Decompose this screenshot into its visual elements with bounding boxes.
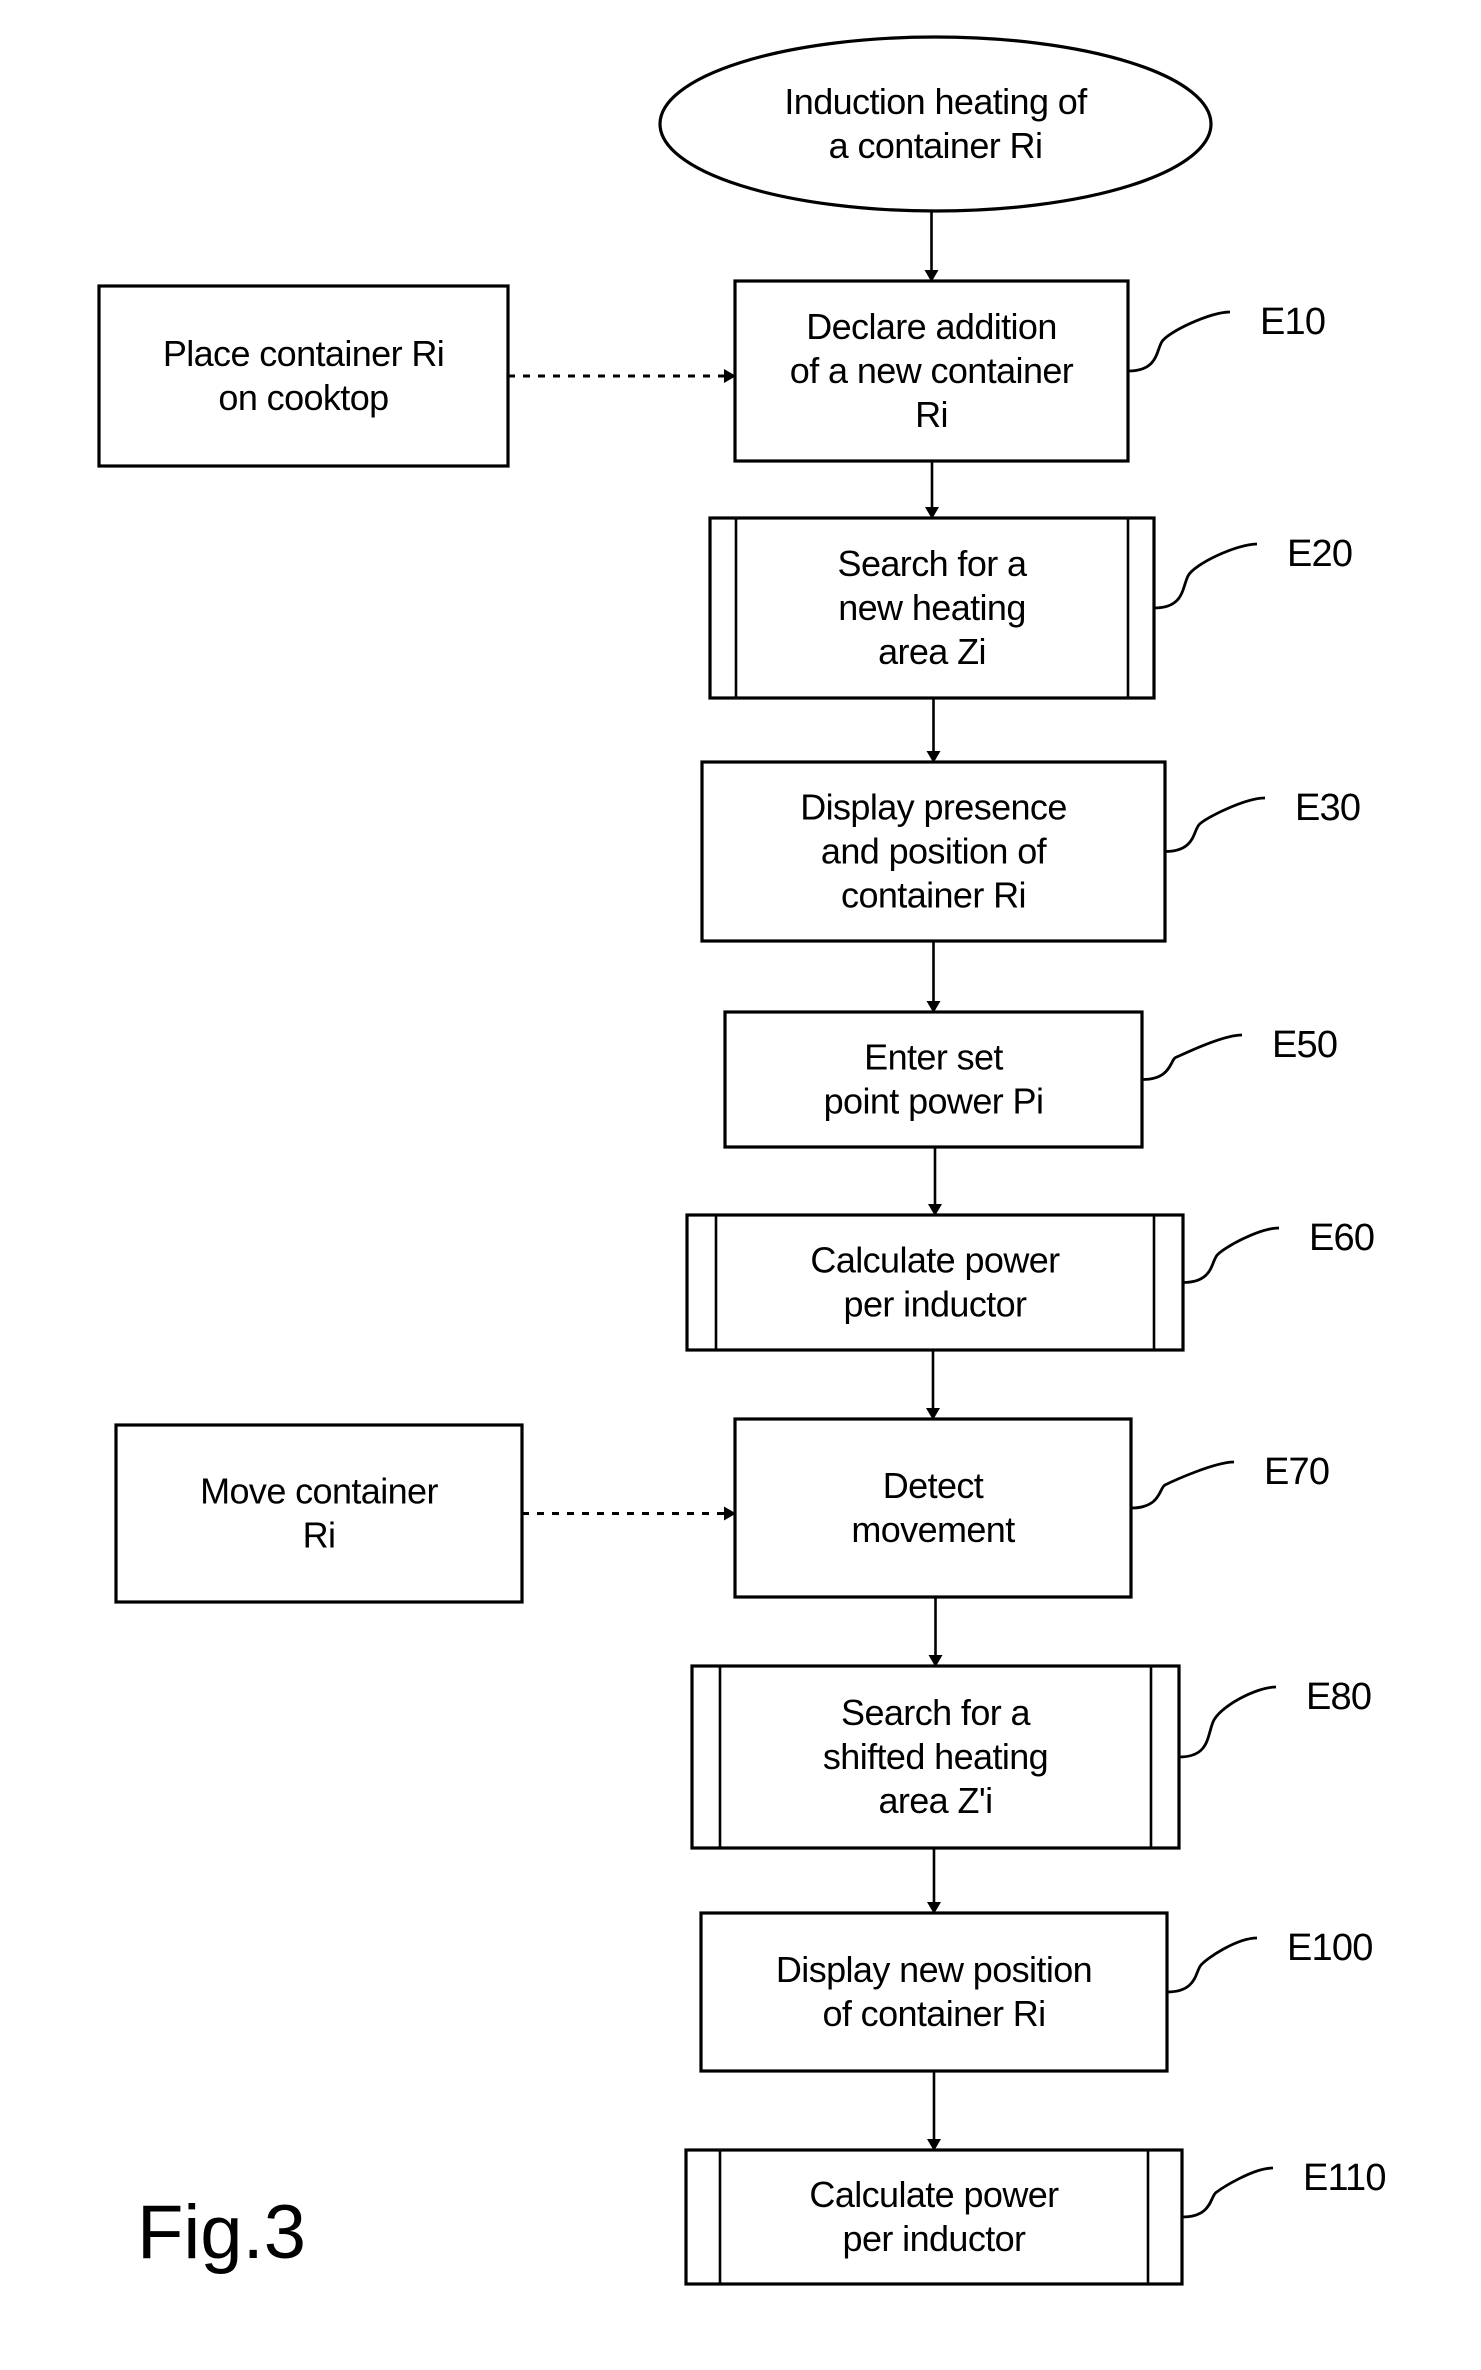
step-label-e80: E80 — [1306, 1676, 1371, 1718]
node-text-line: point power Pi — [824, 1081, 1044, 1122]
process-box — [699, 1911, 1169, 2073]
node-text-line: Declare addition — [806, 306, 1057, 347]
node-text-line: and position of — [821, 831, 1048, 872]
figure-label: Fig.3 — [137, 2190, 306, 2275]
node-e10: Declare additionof a new containerRi — [733, 279, 1130, 463]
leader-line — [1182, 1226, 1280, 1284]
node-text-line: Calculate power — [810, 1240, 1060, 1281]
leader-line — [1130, 1460, 1235, 1510]
node-text-line: shifted heating — [823, 1736, 1048, 1777]
node-text-line: new heating — [838, 587, 1026, 628]
node-text-line: Display new position — [776, 1949, 1092, 1990]
node-e50: Enter setpoint power Pi — [723, 1010, 1144, 1149]
node-text-line: container Ri — [841, 875, 1026, 916]
node-text-line: Search for a — [841, 1692, 1031, 1733]
node-text-line: Display presence — [800, 787, 1067, 828]
edges — [508, 211, 943, 2151]
step-label-e60: E60 — [1309, 1217, 1374, 1259]
step-label-e20: E20 — [1287, 533, 1352, 575]
flowchart: Induction heating ofa container Ri Place … — [97, 35, 1387, 2286]
node-e80: Search for ashifted heatingarea Z'i — [690, 1664, 1181, 1850]
node-text-line: Search for a — [838, 543, 1028, 584]
node-move: Move containerRi — [114, 1423, 524, 1604]
node-text-line: Induction heating of — [784, 81, 1088, 122]
process-box — [97, 284, 510, 468]
node-e110: Calculate powerper inductor — [684, 2148, 1184, 2286]
node-e100: Display new positionof container Ri — [699, 1911, 1169, 2073]
leader-line — [1166, 1936, 1258, 1994]
leader-line — [1181, 2166, 1274, 2219]
node-text-line: Enter set — [864, 1037, 1003, 1078]
step-label-e70: E70 — [1264, 1451, 1329, 1493]
leader-line — [1153, 542, 1258, 610]
node-text-line: Move container — [200, 1471, 438, 1512]
leader-line — [1164, 796, 1266, 853]
leader-line — [1141, 1033, 1243, 1081]
step-label-e100: E100 — [1287, 1927, 1373, 1969]
node-text-line: area Z'i — [878, 1780, 992, 1821]
subroutine-box — [684, 2148, 1184, 2286]
node-text-line: Detect — [883, 1465, 984, 1506]
node-text-line: Ri — [303, 1515, 336, 1556]
node-text-line: Calculate power — [809, 2174, 1059, 2215]
nodes: Induction heating ofa container Ri Place … — [97, 35, 1213, 2286]
step-label-e30: E30 — [1295, 787, 1360, 829]
node-text-line: per inductor — [843, 2218, 1027, 2259]
step-label-e110: E110 — [1303, 2157, 1386, 2199]
node-text-line: of a new container — [790, 350, 1074, 391]
node-text-line: movement — [851, 1509, 1015, 1550]
leader-line — [1127, 310, 1231, 373]
node-e70: Detectmovement — [733, 1417, 1133, 1599]
process-box — [723, 1010, 1144, 1149]
node-text-line: per inductor — [844, 1284, 1028, 1325]
node-text-line: Ri — [915, 394, 948, 435]
node-e30: Display presenceand position ofcontainer… — [700, 760, 1167, 943]
process-box — [733, 1417, 1133, 1599]
start-terminator — [658, 35, 1213, 213]
node-text-line: of container Ri — [822, 1993, 1045, 2034]
node-text-line: on cooktop — [218, 377, 388, 418]
node-e60: Calculate powerper inductor — [685, 1213, 1185, 1352]
node-text-line: Place container Ri — [163, 333, 444, 374]
node-e20: Search for anew heatingarea Zi — [708, 516, 1156, 700]
process-box — [114, 1423, 524, 1604]
node-text-line: area Zi — [878, 631, 986, 672]
node-start: Induction heating ofa container Ri — [658, 35, 1213, 213]
subroutine-box — [685, 1213, 1185, 1352]
step-label-e10: E10 — [1260, 301, 1325, 343]
node-place: Place container Rion cooktop — [97, 284, 510, 468]
step-label-e50: E50 — [1272, 1024, 1337, 1066]
node-text-line: a container Ri — [829, 125, 1043, 166]
leader-line — [1178, 1685, 1277, 1759]
